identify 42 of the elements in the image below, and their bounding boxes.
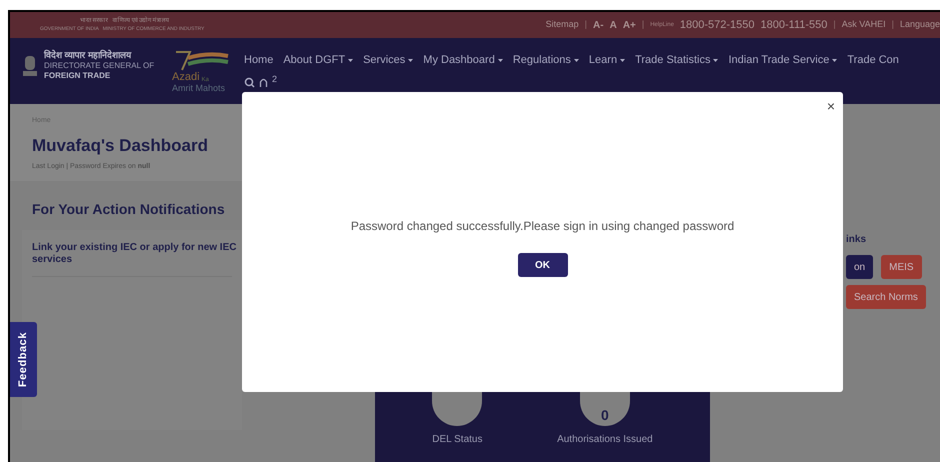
- logo-line: DIRECTORATE GENERAL OF: [44, 61, 154, 71]
- search-icon[interactable]: [244, 76, 255, 88]
- modal-message: Password changed successfully.Please sign in using changed password: [350, 218, 734, 235]
- ok-button[interactable]: OK: [518, 253, 568, 277]
- separator: |: [833, 18, 836, 32]
- top-link[interactable]: A+: [622, 18, 636, 32]
- top-link[interactable]: Language: [900, 18, 940, 32]
- quick-link-button[interactable]: on: [846, 255, 874, 279]
- separator: |: [892, 18, 894, 32]
- top-link[interactable]: 1800-111-550: [760, 16, 828, 34]
- nav-link[interactable]: About DGFT: [283, 52, 346, 68]
- nav-link[interactable]: Regulations: [512, 52, 571, 68]
- nav-link[interactable]: Services: [363, 52, 406, 68]
- section-title: For Your Action Notifications: [31, 200, 226, 218]
- top-link[interactable]: 1800-572-1550: [680, 16, 755, 34]
- nav-link[interactable]: My Dashboard: [423, 52, 495, 68]
- separator: |: [584, 18, 588, 32]
- stat-label: Authorisations Issued: [557, 433, 653, 447]
- top-link[interactable]: A: [610, 18, 617, 32]
- close-button[interactable]: ×: [826, 96, 835, 117]
- amrit-text: Amrit Mahots: [172, 83, 226, 94]
- separator: |: [642, 18, 644, 32]
- logo-hindi: विदेश व्यापार महानिदेशालय: [44, 50, 132, 61]
- nav-link[interactable]: Trade Con: [847, 52, 899, 68]
- nav-link[interactable]: Indian Trade Service: [728, 52, 830, 68]
- azadi-text: Azadi: [172, 72, 200, 83]
- top-link[interactable]: Ask VAHEI: [842, 18, 886, 32]
- top-link[interactable]: Sitemap: [546, 18, 579, 32]
- page-title: Muvafaq's Dashboard: [32, 134, 209, 156]
- notification-count: 2: [272, 72, 278, 86]
- feedback-tab[interactable]: Feedback: [10, 322, 37, 397]
- notification-link[interactable]: services: [32, 254, 232, 266]
- nav-link[interactable]: Learn: [588, 52, 618, 68]
- stat-value: 0: [600, 406, 609, 425]
- top-link[interactable]: A-: [593, 18, 604, 32]
- nav-link[interactable]: Home: [244, 52, 274, 68]
- quick-links-title: inks: [846, 233, 868, 247]
- logo-line: FOREIGN TRADE: [44, 71, 112, 81]
- quick-link-button[interactable]: Search Norms: [846, 285, 926, 309]
- stat-label: DEL Status: [432, 433, 482, 447]
- quick-link-button[interactable]: MEIS: [881, 255, 922, 279]
- nav-link[interactable]: Trade Statistics: [635, 52, 710, 68]
